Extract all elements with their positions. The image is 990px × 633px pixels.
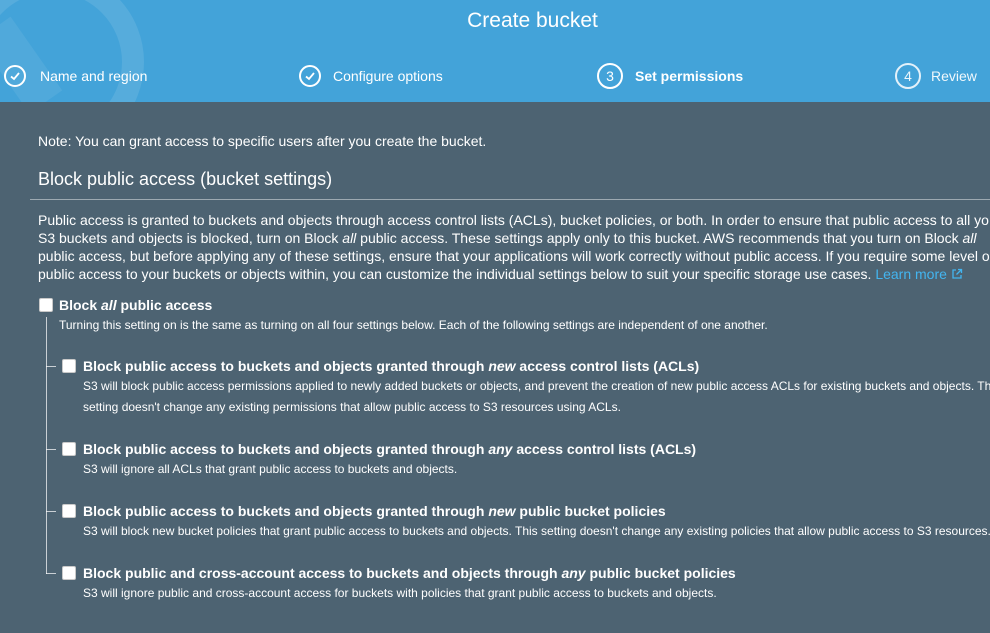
step-label: Review [931, 68, 977, 84]
wizard-header: Create bucket Name and region Configure … [0, 0, 990, 102]
section-title: Block public access (bucket settings) [38, 169, 333, 189]
any-acls-label[interactable]: Block public access to buckets and objec… [83, 441, 696, 457]
description-line: S3 buckets and objects is blocked, turn … [38, 230, 977, 246]
description-line: public access, but before applying any o… [38, 248, 990, 264]
step-label: Name and region [40, 68, 148, 84]
step-number-badge: 3 [597, 63, 623, 89]
new-acls-label[interactable]: Block public access to buckets and objec… [83, 358, 699, 374]
step-number-badge: 4 [895, 63, 921, 89]
tree-branch [46, 366, 56, 367]
description-line: Public access is granted to buckets and … [38, 212, 989, 228]
divider [30, 199, 990, 200]
section-description: Public access is granted to buckets and … [38, 211, 990, 283]
step-set-permissions[interactable]: 3 Set permissions [597, 63, 743, 89]
description-line: public access to your buckets or objects… [38, 265, 990, 283]
permissions-note: Note: You can grant access to specific u… [38, 133, 487, 149]
external-link-icon [952, 268, 963, 279]
block-all-description: Turning this setting on is the same as t… [59, 318, 768, 332]
new-policies-label[interactable]: Block public access to buckets and objec… [83, 503, 666, 519]
step-name-and-region[interactable]: Name and region [4, 63, 147, 89]
any-policies-description: S3 will ignore public and cross-account … [83, 586, 717, 600]
step-configure-options[interactable]: Configure options [299, 63, 443, 89]
step-label: Configure options [333, 68, 443, 84]
any-acls-checkbox[interactable] [62, 442, 76, 456]
step-label: Set permissions [635, 68, 744, 84]
tree-branch [46, 573, 56, 574]
new-acls-checkbox[interactable] [62, 359, 76, 373]
check-icon [299, 65, 321, 87]
page-title: Create bucket [467, 9, 598, 32]
new-policies-checkbox[interactable] [62, 504, 76, 518]
block-all-label[interactable]: Block all public access [59, 297, 212, 313]
new-acls-description: S3 will block public access permissions … [83, 379, 990, 414]
learn-more-link[interactable]: Learn more [875, 266, 963, 282]
tree-branch [46, 449, 56, 450]
any-policies-checkbox[interactable] [62, 566, 76, 580]
block-all-checkbox[interactable] [39, 298, 53, 312]
tree-branch [46, 511, 56, 512]
tree-connector [46, 317, 47, 574]
step-review[interactable]: 4 Review [895, 63, 977, 89]
any-acls-description: S3 will ignore all ACLs that grant publi… [83, 462, 458, 476]
check-icon [4, 65, 26, 87]
any-policies-label[interactable]: Block public and cross-account access to… [83, 565, 736, 581]
new-policies-description: S3 will block new bucket policies that g… [83, 524, 990, 538]
